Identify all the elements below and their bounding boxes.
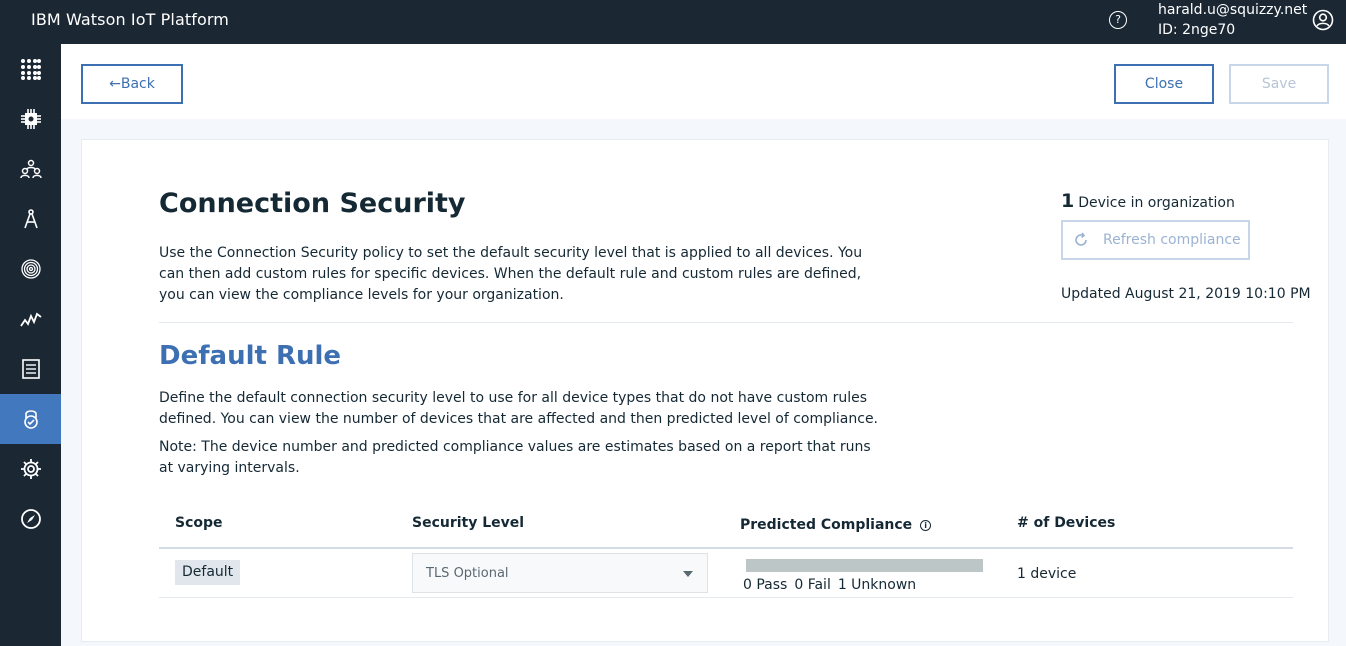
device-count-stat: 1 Device in organization — [1061, 190, 1235, 212]
close-button[interactable]: Close — [1114, 64, 1214, 104]
compliance-bar — [746, 559, 983, 572]
info-icon[interactable]: i — [920, 519, 932, 531]
help-icon[interactable]: ? — [1109, 11, 1127, 29]
sidebar-item-devices[interactable] — [0, 94, 61, 144]
intro-text: Use the Connection Security policy to se… — [159, 245, 863, 303]
content-area: Connection Security Use the Connection S… — [61, 119, 1346, 646]
table-header-divider — [159, 547, 1293, 549]
chip-icon — [20, 109, 41, 129]
pass-count: 0 Pass — [743, 577, 788, 593]
top-bar: IBM Watson IoT Platform ? harald.u@squiz… — [0, 0, 1346, 44]
sidebar-item-members[interactable] — [0, 144, 61, 194]
user-info[interactable]: harald.u@squizzy.net ID: 2nge70 — [1158, 0, 1307, 40]
main-content: ←Back Close Save Connection Security Use… — [61, 44, 1346, 646]
sidebar-item-apps-access[interactable] — [0, 194, 61, 244]
fingerprint-icon — [20, 259, 41, 279]
sidebar-item-logs[interactable] — [0, 344, 61, 394]
user-email: harald.u@squizzy.net — [1158, 2, 1308, 18]
predicted-compliance-label: Predicted Compliance — [740, 517, 913, 533]
sidebar-item-settings[interactable] — [0, 444, 61, 494]
apps-grid-icon — [20, 59, 41, 80]
sidebar-nav — [0, 44, 61, 646]
default-rule-title: Default Rule — [159, 341, 342, 371]
column-header-predicted-compliance: Predicted Compliance i — [740, 517, 932, 533]
column-header-scope: Scope — [175, 515, 223, 531]
page-title: Connection Security — [159, 188, 466, 219]
default-rule-note: Note: The device number and predicted co… — [159, 439, 871, 476]
logs-icon — [21, 359, 40, 379]
compass-draw-icon — [23, 209, 38, 229]
unknown-count: 1 Unknown — [837, 577, 917, 593]
sidebar-item-apps[interactable] — [0, 44, 61, 94]
sidebar-item-usage[interactable] — [0, 294, 61, 344]
members-icon — [19, 159, 42, 179]
back-button[interactable]: ←Back — [81, 64, 183, 104]
devices-count-cell: 1 device — [1017, 566, 1077, 582]
security-level-select[interactable]: TLS Optional — [412, 553, 708, 593]
refresh-icon — [1075, 232, 1087, 246]
sidebar-item-security[interactable] — [0, 394, 61, 444]
column-header-security-level: Security Level — [412, 515, 525, 531]
app-title[interactable]: IBM Watson IoT Platform — [31, 10, 229, 29]
device-count: 1 — [1061, 190, 1075, 212]
security-lock-icon — [23, 410, 38, 429]
default-rule-description: Define the default connection security l… — [159, 390, 879, 427]
settings-gear-icon — [20, 459, 41, 479]
table-row-divider — [159, 597, 1293, 598]
usage-chart-icon — [19, 312, 42, 327]
refresh-compliance-label: Refresh compliance — [1103, 232, 1241, 248]
updated-timestamp: Updated August 21, 2019 10:10 PM — [1061, 286, 1311, 302]
user-profile-icon[interactable] — [1312, 9, 1334, 31]
chevron-down-icon — [683, 571, 693, 577]
save-button[interactable]: Save — [1229, 64, 1329, 104]
scope-tag: Default — [175, 560, 241, 585]
section-divider — [159, 322, 1293, 323]
explore-compass-icon — [20, 509, 41, 529]
compliance-summary: 0 Pass 0 Fail 1 Unknown — [743, 577, 923, 593]
sidebar-item-identity[interactable] — [0, 244, 61, 294]
column-header-devices: # of Devices — [1017, 515, 1116, 531]
connection-security-card: Connection Security Use the Connection S… — [81, 139, 1329, 642]
refresh-compliance-button[interactable]: Refresh compliance — [1061, 220, 1250, 260]
action-toolbar: ←Back Close Save — [61, 44, 1346, 119]
security-level-value: TLS Optional — [426, 565, 509, 581]
fail-count: 0 Fail — [794, 577, 831, 593]
sidebar-item-explore[interactable] — [0, 494, 61, 544]
device-count-label: Device in organization — [1078, 195, 1235, 211]
org-id: ID: 2nge70 — [1158, 22, 1236, 38]
